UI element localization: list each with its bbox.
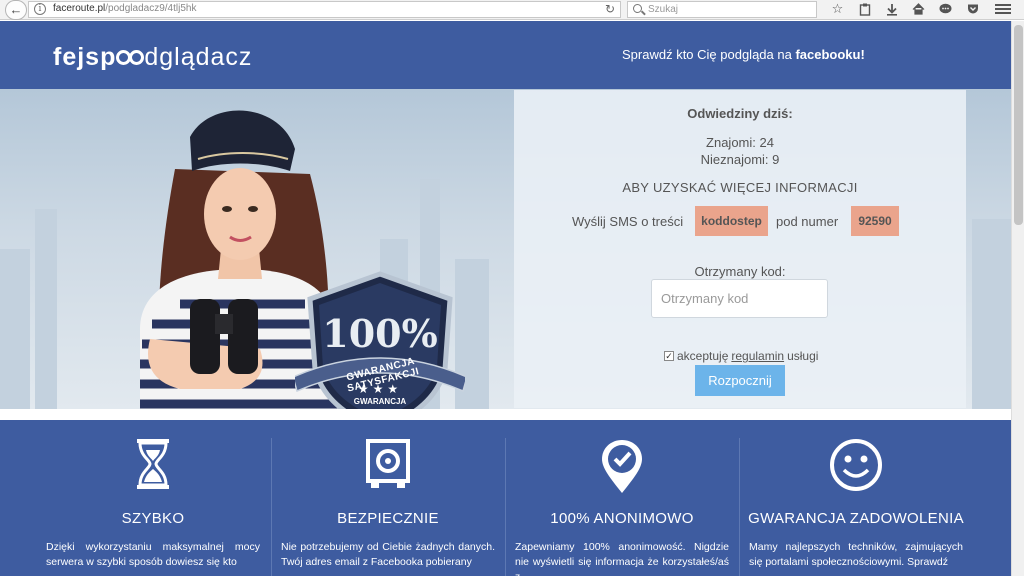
- reload-icon[interactable]: ↻: [605, 2, 615, 16]
- binoculars-icon: [116, 50, 145, 65]
- hamburger-menu-icon[interactable]: [995, 2, 1011, 18]
- terms-link[interactable]: regulamin: [731, 349, 784, 363]
- info-icon[interactable]: i: [34, 3, 46, 15]
- logo-text-start: fejsp: [53, 43, 117, 71]
- friends-count: Znajomi: 24: [706, 135, 774, 150]
- address-bar[interactable]: i faceroute.pl/podgladacz9/4tlj5hk ↻: [28, 1, 621, 18]
- scrollbar-thumb[interactable]: [1014, 25, 1023, 225]
- browser-toolbar: ← i faceroute.pl/podgladacz9/4tlj5hk ↻ S…: [0, 0, 1024, 20]
- download-icon[interactable]: [878, 0, 905, 20]
- terms-checkbox[interactable]: ✓: [664, 351, 674, 361]
- feature-title: SZYBKO: [121, 510, 185, 527]
- features-section: SZYBKO Dzięki wykorzystaniu maksymalnej …: [0, 420, 1011, 576]
- search-placeholder: Szukaj: [648, 4, 679, 15]
- url-path: /podgladacz9/4tlj5hk: [105, 3, 197, 14]
- sms-prefix: Wyślij SMS o treści: [572, 214, 684, 229]
- url-host: faceroute.pl: [53, 3, 106, 14]
- page-scrollbar[interactable]: [1011, 21, 1024, 576]
- terms-row: ✓ akceptuję regulamin usługi: [664, 349, 818, 363]
- info-heading: ABY UZYSKAĆ WIĘCEJ INFORMACJI: [622, 180, 858, 195]
- code-label: Otrzymany kod:: [694, 264, 786, 279]
- skyline-building: [0, 249, 30, 409]
- satisfaction-badge: 100% GWARANCJA SATYSFAKCJI ★★★ GWARANCJA: [295, 269, 465, 409]
- badge-percent: 100%: [322, 311, 438, 356]
- sms-instructions: Wyślij SMS o treści koddostep pod numer …: [514, 206, 966, 236]
- back-arrow-icon[interactable]: ←: [5, 0, 27, 20]
- badge-stars-icon: ★★★: [357, 382, 403, 396]
- pocket-icon[interactable]: [959, 0, 986, 20]
- logo-text-end: dglądacz: [144, 43, 253, 71]
- feature-text: Nie potrzebujemy od Ciebie żadnych danyc…: [281, 541, 495, 568]
- feature-title: GWARANCJA ZADOWOLENIA: [748, 510, 964, 527]
- home-icon[interactable]: [905, 0, 932, 20]
- feature-title: 100% ANONIMOWO: [550, 510, 694, 527]
- feature-satisfaction: GWARANCJA ZADOWOLENIA Mamy najlepszych t…: [739, 420, 973, 576]
- terms-prefix: akceptuję: [677, 349, 729, 363]
- hourglass-icon: [137, 439, 169, 489]
- clipboard-icon[interactable]: [851, 0, 878, 20]
- chat-bubble-icon[interactable]: [932, 0, 959, 20]
- site-logo[interactable]: fejsp dglądacz: [53, 43, 252, 72]
- received-code-input[interactable]: [651, 279, 828, 318]
- terms-suffix: usługi: [787, 349, 819, 363]
- badge-sub-text: GWARANCJA: [353, 397, 407, 406]
- sms-code-highlight: koddostep: [695, 206, 768, 236]
- strangers-count: Nieznajomi: 9: [700, 152, 780, 167]
- sms-middle: pod numer: [776, 214, 839, 229]
- section-gap: [0, 409, 1011, 420]
- safe-icon: [366, 439, 410, 488]
- location-check-icon: [602, 440, 642, 493]
- toolbar-icons: ☆: [824, 0, 986, 20]
- start-button[interactable]: Rozpocznij: [695, 365, 785, 396]
- feature-anonymous: 100% ANONIMOWO Zapewniamy 100% anonimowo…: [505, 420, 739, 576]
- smiley-icon: [830, 439, 882, 491]
- url-text: faceroute.pl/podgladacz9/4tlj5hk: [53, 3, 196, 14]
- skyline-building: [35, 209, 57, 409]
- tagline-bold: facebooku!: [795, 47, 865, 62]
- skyline-building: [972, 219, 1011, 409]
- feature-fast: SZYBKO Dzięki wykorzystaniu maksymalnej …: [36, 420, 270, 576]
- browser-search-input[interactable]: Szukaj: [627, 1, 817, 18]
- feature-text: Mamy najlepszych techników, zajmujących …: [749, 541, 963, 568]
- feature-secure: BEZPIECZNIE Nie potrzebujemy od Ciebie ż…: [271, 420, 505, 576]
- feature-text: Dzięki wykorzystaniu maksymalnej mocy se…: [46, 541, 260, 568]
- header-tagline: Sprawdź kto Cię podgląda na facebooku!: [622, 47, 865, 62]
- feature-text: Zapewniamy 100% anonimowość. Nigdzie nie…: [515, 541, 729, 576]
- sms-number-highlight: 92590: [851, 206, 899, 236]
- tagline-text: Sprawdź kto Cię podgląda na: [622, 47, 796, 62]
- search-icon: [633, 4, 642, 13]
- feature-title: BEZPIECZNIE: [337, 510, 439, 527]
- bookmark-star-icon[interactable]: ☆: [824, 0, 851, 20]
- site-header: fejsp dglądacz Sprawdź kto Cię podgląda …: [0, 21, 1011, 89]
- sms-form-panel: Odwiedziny dziś: Znajomi: 24 Nieznajomi:…: [514, 90, 966, 408]
- visits-title: Odwiedziny dziś:: [687, 106, 793, 121]
